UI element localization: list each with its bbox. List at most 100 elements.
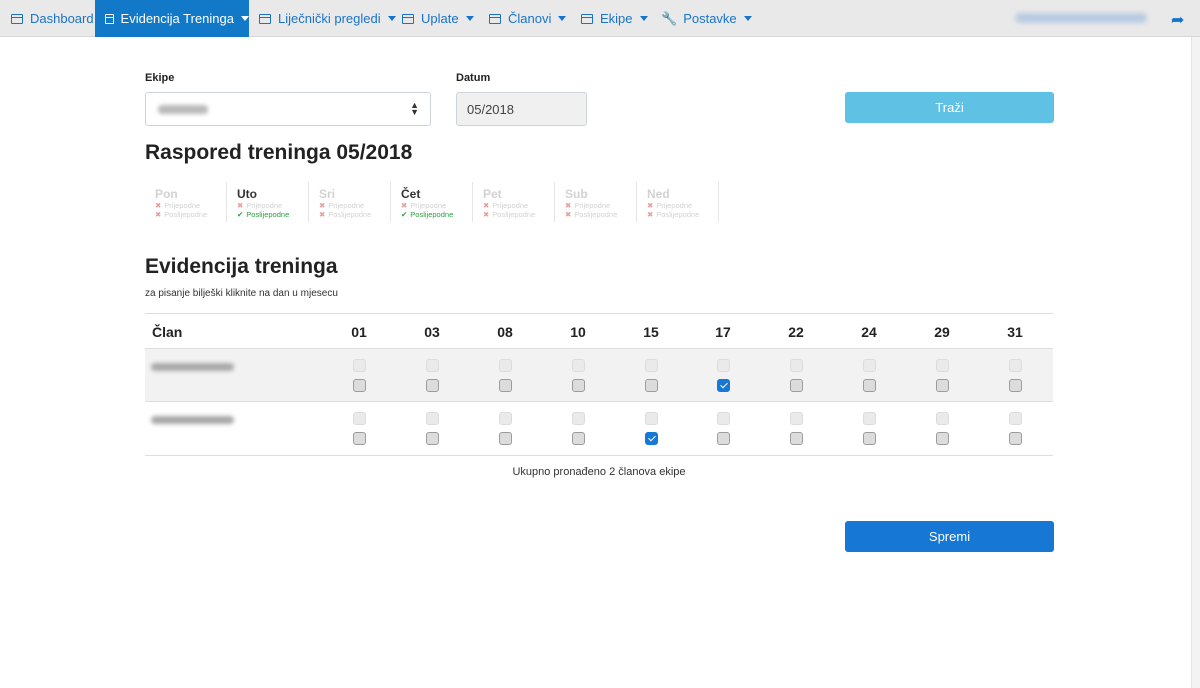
day-column-header[interactable]: 24 bbox=[849, 324, 889, 340]
morning-checkbox[interactable] bbox=[936, 359, 949, 372]
member-column-header: Član bbox=[152, 324, 183, 340]
check-icon: ✔ bbox=[401, 210, 408, 219]
sign-out-icon[interactable]: ➦ bbox=[1171, 10, 1184, 30]
day-column-header[interactable]: 01 bbox=[339, 324, 379, 340]
x-icon: ✖ bbox=[647, 210, 654, 219]
user-name-blurred[interactable] bbox=[1015, 13, 1147, 23]
schedule-day: Čet ✖ Prijepodne ✔ Poslijepodne bbox=[391, 182, 473, 222]
morning-label: Prijepodne bbox=[410, 201, 447, 210]
member-name-blurred bbox=[151, 363, 234, 371]
afternoon-checkbox[interactable] bbox=[1009, 379, 1022, 392]
nav-clanovi-label: Članovi bbox=[508, 11, 552, 26]
afternoon-checkbox[interactable] bbox=[572, 432, 585, 445]
morning-checkbox[interactable] bbox=[426, 359, 439, 372]
page-scrollbar[interactable] bbox=[1191, 37, 1200, 688]
team-select-value-blurred bbox=[158, 105, 208, 114]
day-column-header[interactable]: 17 bbox=[703, 324, 743, 340]
nav-uplate-label: Uplate bbox=[421, 11, 459, 26]
day-column-header[interactable]: 22 bbox=[776, 324, 816, 340]
schedule-day-name: Sri bbox=[319, 187, 336, 201]
morning-checkbox[interactable] bbox=[936, 412, 949, 425]
afternoon-checkbox[interactable] bbox=[353, 379, 366, 392]
nav-clanovi[interactable]: Članovi bbox=[489, 0, 567, 37]
morning-checkbox[interactable] bbox=[790, 412, 803, 425]
morning-label: Prijepodne bbox=[574, 201, 611, 210]
morning-checkbox[interactable] bbox=[572, 359, 585, 372]
afternoon-checkbox[interactable] bbox=[1009, 432, 1022, 445]
morning-slot: ✖ Prijepodne bbox=[237, 201, 308, 210]
schedule-day-name: Ned bbox=[647, 187, 670, 201]
morning-slot: ✖ Prijepodne bbox=[155, 201, 226, 210]
afternoon-checkbox[interactable] bbox=[645, 432, 658, 445]
afternoon-checkbox[interactable] bbox=[717, 379, 730, 392]
wrench-icon: 🔧 bbox=[661, 10, 678, 26]
schedule-day-name: Pet bbox=[483, 187, 502, 201]
attendance-subtitle: za pisanje bilješki kliknite na dan u mj… bbox=[145, 288, 338, 299]
afternoon-checkbox[interactable] bbox=[936, 379, 949, 392]
total-members-text: Ukupno pronađeno 2 članova ekipe bbox=[512, 466, 686, 478]
x-icon: ✖ bbox=[565, 210, 572, 219]
date-input[interactable]: 05/2018 bbox=[456, 92, 587, 126]
day-column-header[interactable]: 31 bbox=[995, 324, 1035, 340]
schedule-day: Sub ✖ Prijepodne ✖ Poslijepodne bbox=[555, 182, 637, 222]
nav-ekipe[interactable]: Ekipe bbox=[581, 0, 648, 37]
nav-uplate[interactable]: Uplate bbox=[402, 0, 474, 37]
morning-slot: ✖ Prijepodne bbox=[647, 201, 718, 210]
nav-postavke-label: Postavke bbox=[683, 11, 737, 26]
nav-evidencija-label: Evidencija Treninga bbox=[120, 11, 234, 26]
afternoon-checkbox[interactable] bbox=[717, 432, 730, 445]
afternoon-checkbox[interactable] bbox=[426, 432, 439, 445]
day-column-header[interactable]: 10 bbox=[558, 324, 598, 340]
afternoon-checkbox[interactable] bbox=[863, 379, 876, 392]
nav-ljecnicki-pregledi[interactable]: Liječnički pregledi bbox=[259, 0, 396, 37]
afternoon-checkbox[interactable] bbox=[645, 379, 658, 392]
morning-checkbox[interactable] bbox=[717, 359, 730, 372]
team-select[interactable]: ▲ ▼ bbox=[145, 92, 431, 126]
afternoon-checkbox[interactable] bbox=[790, 432, 803, 445]
afternoon-checkbox[interactable] bbox=[936, 432, 949, 445]
morning-checkbox[interactable] bbox=[645, 359, 658, 372]
save-button[interactable]: Spremi bbox=[845, 521, 1054, 552]
day-column-header[interactable]: 03 bbox=[412, 324, 452, 340]
morning-checkbox[interactable] bbox=[572, 412, 585, 425]
afternoon-checkbox[interactable] bbox=[790, 379, 803, 392]
day-column-header[interactable]: 15 bbox=[631, 324, 671, 340]
morning-checkbox[interactable] bbox=[717, 412, 730, 425]
morning-checkbox[interactable] bbox=[499, 412, 512, 425]
x-icon: ✖ bbox=[483, 210, 490, 219]
afternoon-checkbox[interactable] bbox=[426, 379, 439, 392]
morning-checkbox[interactable] bbox=[863, 359, 876, 372]
afternoon-checkbox[interactable] bbox=[572, 379, 585, 392]
day-column-header[interactable]: 29 bbox=[922, 324, 962, 340]
nav-dashboard-label: Dashboard bbox=[30, 11, 94, 26]
schedule-day: Uto ✖ Prijepodne ✔ Poslijepodne bbox=[227, 182, 309, 222]
morning-label: Prijepodne bbox=[328, 201, 365, 210]
nav-dashboard[interactable]: Dashboard bbox=[0, 0, 105, 37]
morning-checkbox[interactable] bbox=[426, 412, 439, 425]
table-icon bbox=[581, 13, 593, 24]
afternoon-checkbox[interactable] bbox=[499, 379, 512, 392]
x-icon: ✖ bbox=[319, 210, 326, 219]
morning-checkbox[interactable] bbox=[863, 412, 876, 425]
morning-checkbox[interactable] bbox=[645, 412, 658, 425]
morning-label: Prijepodne bbox=[246, 201, 283, 210]
date-label: Datum bbox=[456, 72, 491, 84]
afternoon-checkbox[interactable] bbox=[863, 432, 876, 445]
afternoon-checkbox[interactable] bbox=[353, 432, 366, 445]
nav-evidencija-treninga[interactable]: Evidencija Treninga bbox=[95, 0, 249, 37]
morning-checkbox[interactable] bbox=[1009, 412, 1022, 425]
afternoon-checkbox[interactable] bbox=[499, 432, 512, 445]
search-button[interactable]: Traži bbox=[845, 92, 1054, 123]
afternoon-label: Poslijepodne bbox=[574, 210, 618, 219]
nav-postavke[interactable]: 🔧 Postavke bbox=[661, 0, 752, 37]
chevron-down-icon bbox=[639, 16, 648, 21]
chevron-down-icon bbox=[558, 16, 567, 21]
schedule-day-name: Uto bbox=[237, 187, 257, 201]
morning-checkbox[interactable] bbox=[499, 359, 512, 372]
morning-checkbox[interactable] bbox=[790, 359, 803, 372]
chevron-down-icon bbox=[241, 16, 249, 21]
day-column-header[interactable]: 08 bbox=[485, 324, 525, 340]
morning-checkbox[interactable] bbox=[353, 359, 366, 372]
morning-checkbox[interactable] bbox=[353, 412, 366, 425]
morning-checkbox[interactable] bbox=[1009, 359, 1022, 372]
